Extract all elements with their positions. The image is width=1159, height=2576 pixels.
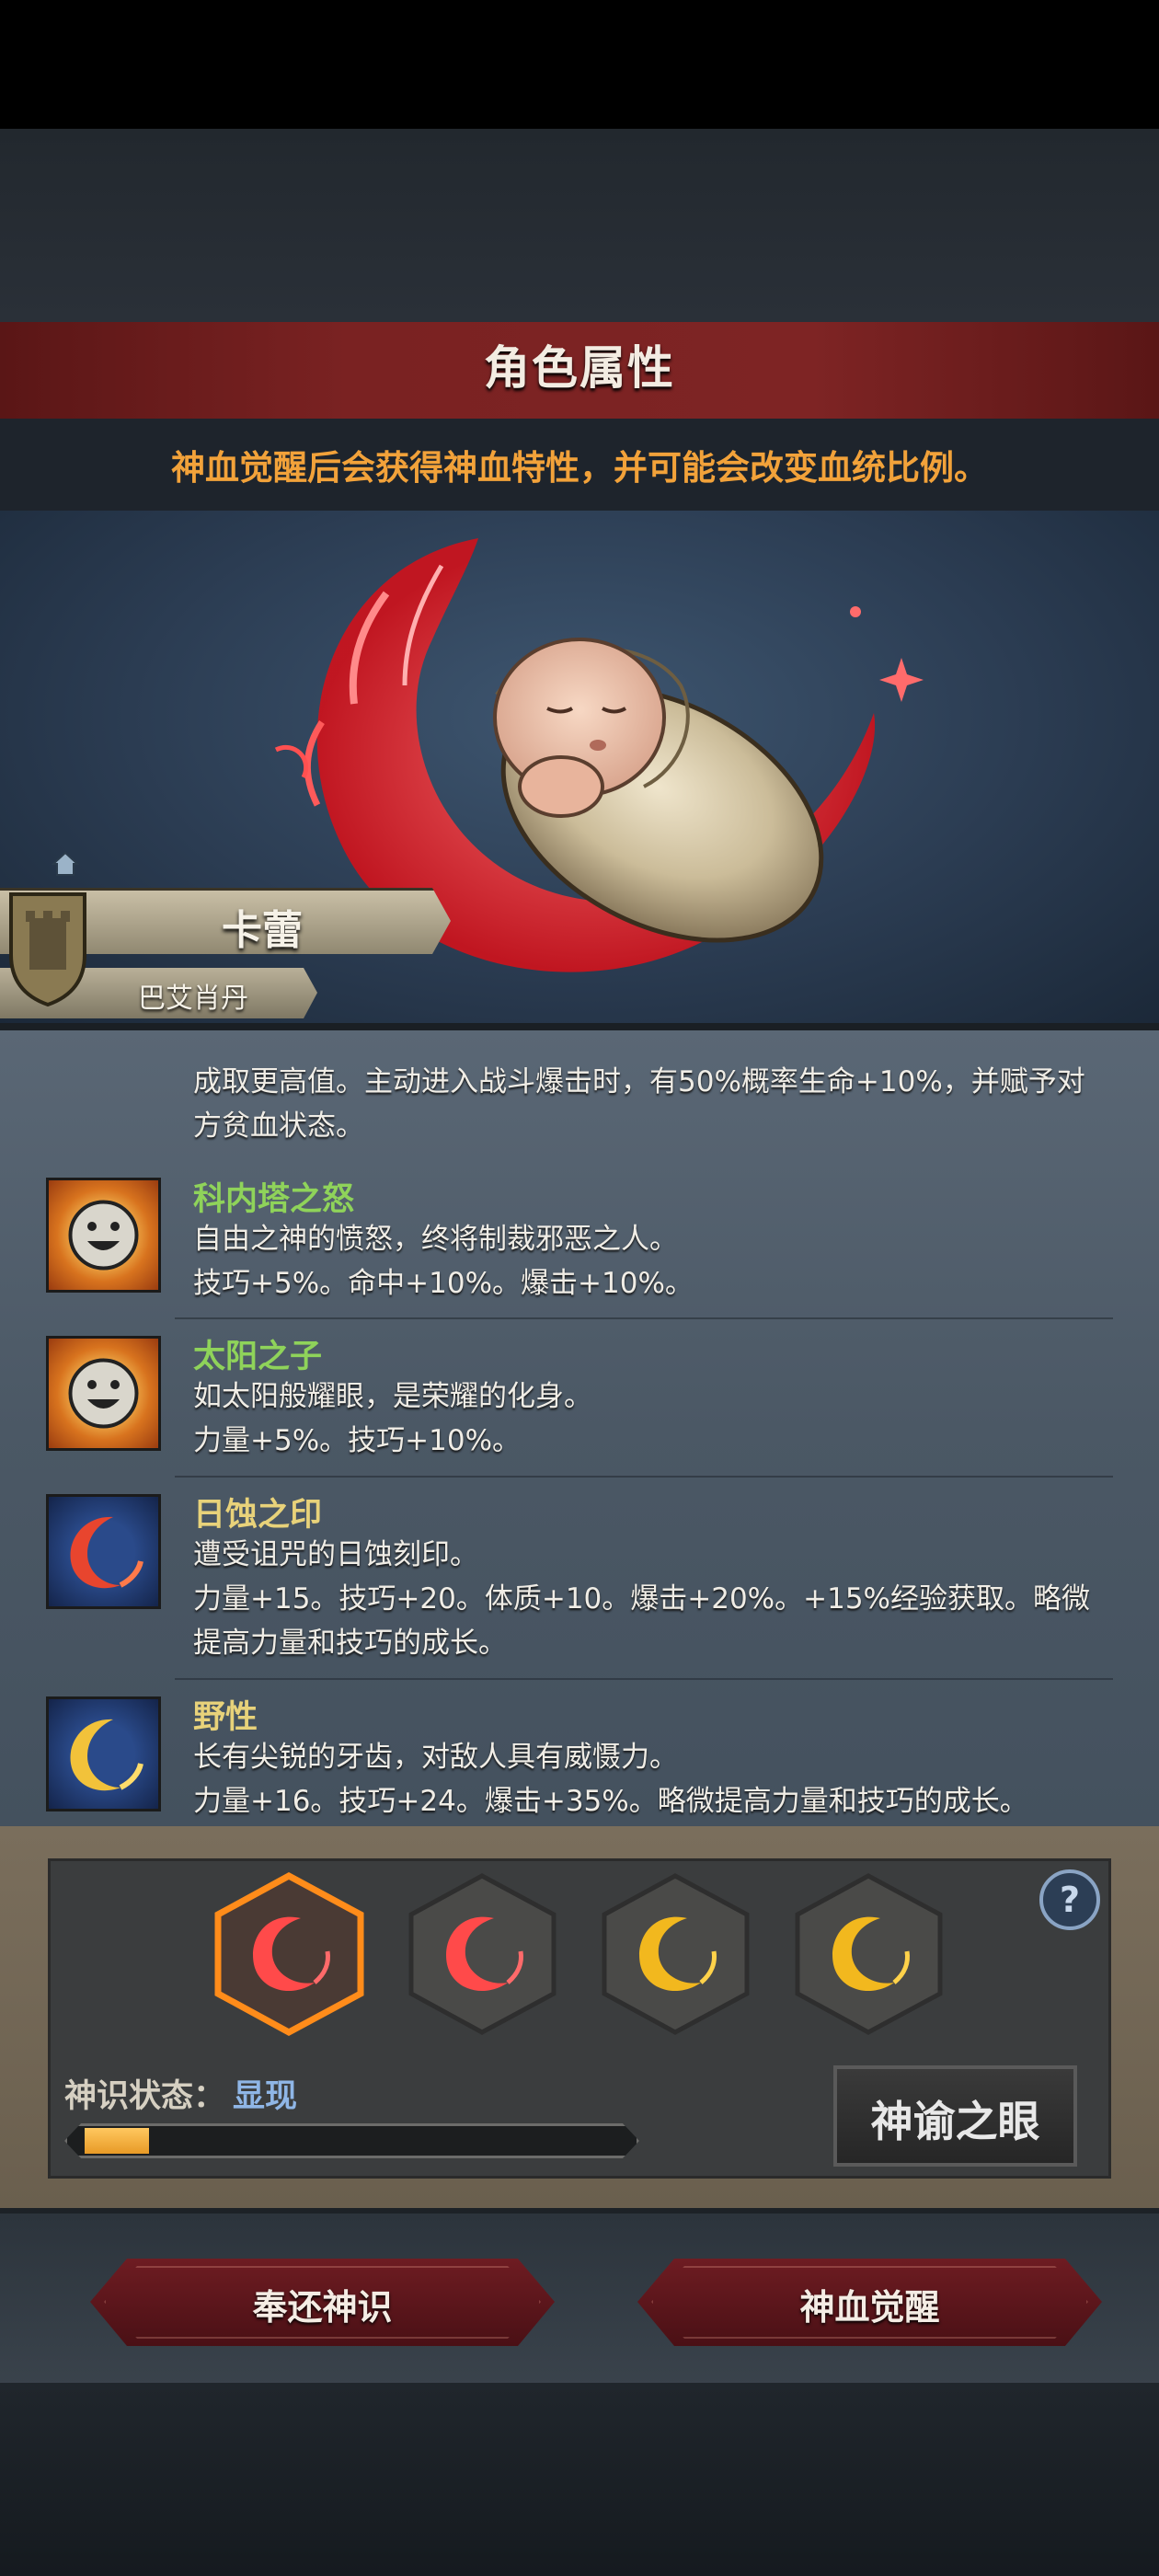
awakening-slot-1[interactable] [213,1872,365,2036]
page-subtitle: 神血觉醒后会获得神血特性，并可能会改变血统比例。 [171,448,988,488]
awakening-slot-3[interactable] [600,1872,752,2036]
smiley-sun-icon [46,1178,161,1293]
smiley-sun-icon [46,1336,161,1451]
divine-progress-fill [85,2128,149,2154]
divine-progress-bar [64,2123,639,2158]
bottom-background [0,2383,1159,2576]
trait-effect: 力量+15。技巧+20。体质+10。爆击+20%。+15%经验获取。略微 [193,1582,1091,1616]
character-house: 巴艾肖丹 [138,983,248,1015]
trait-name: 太阳之子 [193,1339,323,1375]
trait-partial-line: 成取更高值。主动进入战斗爆击时，有50%概率生命+10%，并赋予对 [193,1065,1085,1098]
trait-name: 科内塔之怒 [193,1181,355,1218]
page-title: 角色属性 [484,341,675,395]
red-eclipse-icon [46,1494,161,1609]
gold-crescent-icon [46,1696,161,1811]
return-divine-label[interactable]: 奉还神识 [90,2279,555,2329]
trait-name: 野性 [193,1699,258,1736]
trait-partial-line: 方贫血状态。 [193,1110,364,1143]
trait-desc: 如太阳般耀眼，是荣耀的化身。 [193,1380,592,1413]
awakening-slot-2[interactable] [407,1872,558,2036]
status-bar-area [0,0,1159,129]
trait-effect: 提高力量和技巧的成长。 [193,1627,507,1660]
trait-effect: 力量+5%。技巧+10%。 [193,1424,522,1457]
top-background [0,129,1159,322]
oracle-eye-label[interactable]: 神谕之眼 [833,2088,1077,2149]
trait-separator [175,1476,1113,1478]
trait-desc: 自由之神的愤怒，终将制裁邪恶之人。 [193,1223,678,1256]
trait-name: 日蚀之印 [193,1497,323,1534]
character-name: 卡蕾 [222,907,303,954]
house-icon[interactable] [52,851,79,877]
divine-status-value: 显现 [233,2078,298,2115]
awaken-label[interactable]: 神血觉醒 [637,2279,1102,2329]
awakening-slot-4[interactable] [793,1872,945,2036]
trait-desc: 长有尖锐的牙齿，对敌人具有威慑力。 [193,1741,678,1774]
trait-desc: 遭受诅咒的日蚀刻印。 [193,1538,478,1571]
trait-effect: 力量+16。技巧+24。爆击+35%。略微提高力量和技巧的成长。 [193,1785,1028,1818]
trait-list[interactable]: 成取更高值。主动进入战斗爆击时，有50%概率生命+10%，并赋予对 方贫血状态。… [0,1030,1159,1826]
portrait-border [0,1023,1159,1030]
svg-text:?: ? [1060,1880,1080,1920]
help-icon[interactable]: ? [1038,1868,1102,1932]
trait-effect: 技巧+5%。命中+10%。爆击+10%。 [193,1267,694,1300]
divine-status-label: 神识状态： [64,2078,226,2115]
trait-separator [175,1678,1113,1680]
trait-separator [175,1317,1113,1319]
